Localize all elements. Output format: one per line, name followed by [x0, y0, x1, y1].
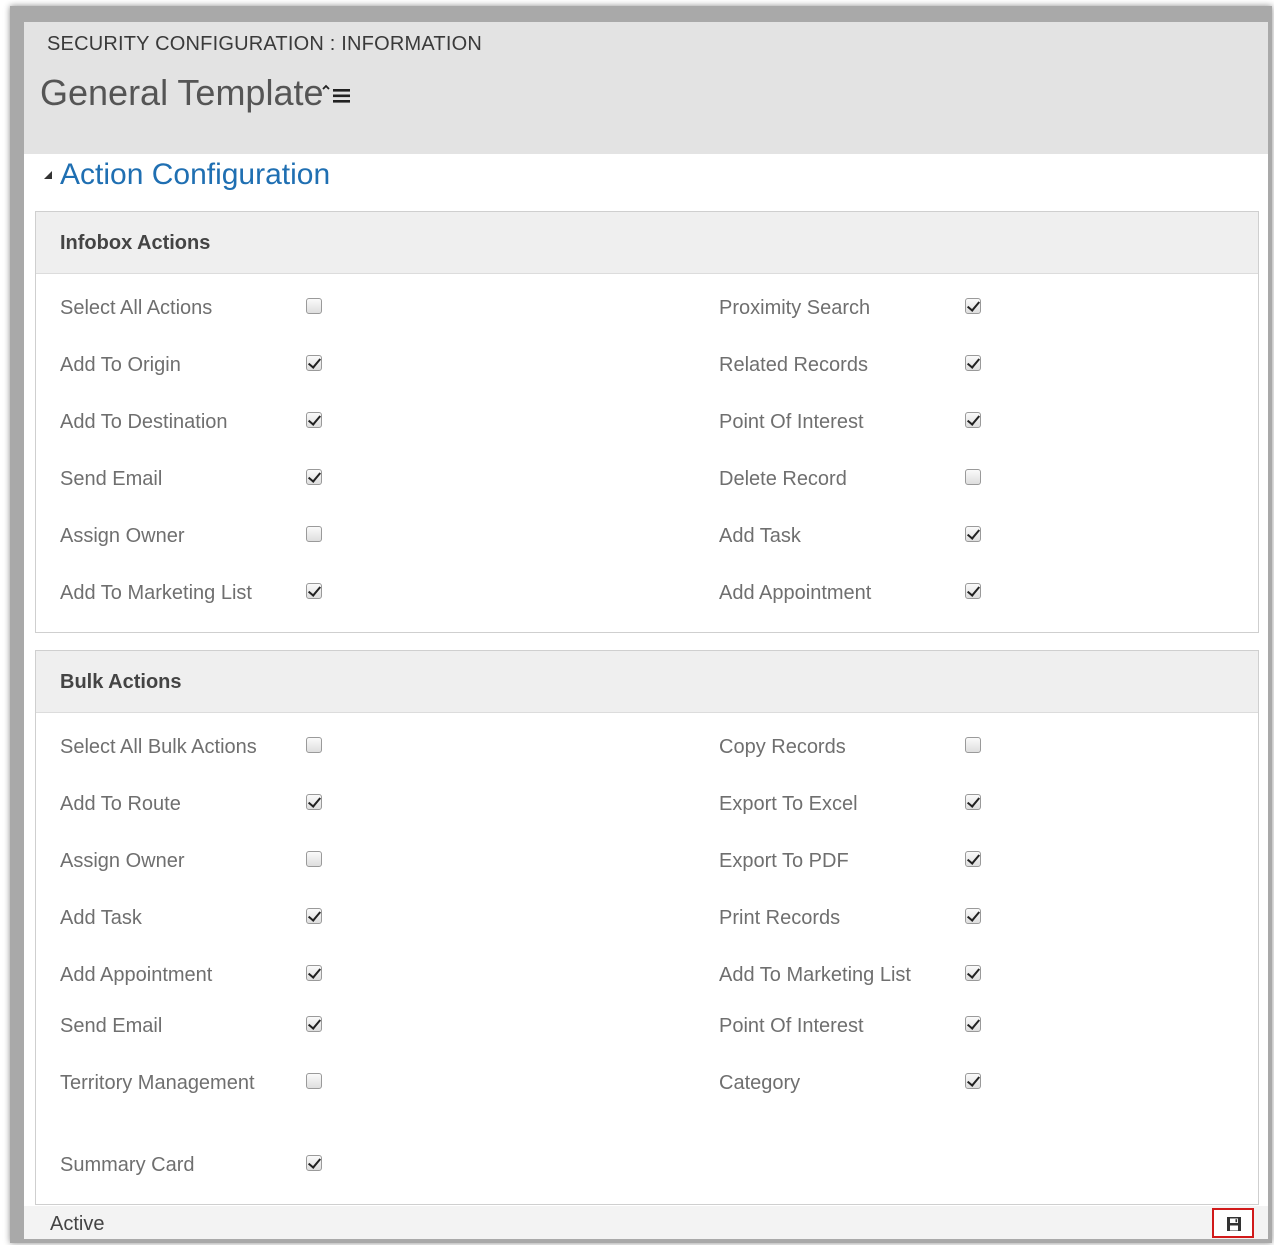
option-label-related-records: Related Records — [719, 354, 868, 376]
entity-subtitle: SECURITY CONFIGURATION : INFORMATION — [47, 33, 482, 55]
form-footer: Active — [24, 1206, 1268, 1239]
option-label-category: Category — [719, 1072, 801, 1094]
option-label-add-appointment: Add Appointment — [719, 582, 872, 604]
checkbox-print-records[interactable] — [965, 908, 981, 924]
checkbox-add-appointment[interactable] — [965, 583, 981, 599]
checkbox-point-of-interest[interactable] — [965, 1016, 981, 1032]
option-label-add-to-origin: Add To Origin — [60, 354, 181, 376]
section-title[interactable]: Action Configuration — [60, 158, 330, 192]
panel-header: Infobox Actions — [36, 212, 1258, 274]
option-label-print-records: Print Records — [719, 907, 841, 929]
option-label-point-of-interest: Point Of Interest — [719, 411, 864, 433]
checkbox-copy-records[interactable] — [965, 737, 981, 753]
option-label-copy-records: Copy Records — [719, 736, 846, 758]
option-label-add-to-route: Add To Route — [60, 793, 181, 815]
checkbox-assign-owner[interactable] — [306, 851, 322, 867]
save-icon — [1227, 1217, 1241, 1231]
checkbox-add-to-destination[interactable] — [306, 412, 322, 428]
checkbox-select-all-actions[interactable] — [306, 298, 322, 314]
option-label-select-all-actions: Select All Actions — [60, 297, 213, 319]
option-label-add-appointment: Add Appointment — [60, 964, 213, 986]
checkbox-category[interactable] — [965, 1073, 981, 1089]
option-label-delete-record: Delete Record — [719, 468, 847, 490]
collapse-triangle-icon[interactable] — [42, 168, 54, 180]
checkbox-point-of-interest[interactable] — [965, 412, 981, 428]
checkbox-assign-owner[interactable] — [306, 526, 322, 542]
checkbox-select-all-bulk-actions[interactable] — [306, 737, 322, 753]
option-label-summary-card: Summary Card — [60, 1154, 195, 1176]
status-text: Active — [50, 1213, 105, 1235]
infobox-actions-panel: Infobox Actions Select All Actions Add To… — [35, 211, 1259, 633]
option-label-send-email: Send Email — [60, 468, 163, 490]
option-label-assign-owner: Assign Owner — [60, 525, 185, 547]
checkbox-export-to-excel[interactable] — [965, 794, 981, 810]
checkbox-send-email[interactable] — [306, 469, 322, 485]
panel-header: Bulk Actions — [36, 651, 1258, 713]
option-label-send-email: Send Email — [60, 1015, 163, 1037]
save-button[interactable] — [1212, 1208, 1254, 1238]
checkbox-export-to-pdf[interactable] — [965, 851, 981, 867]
option-label-add-task: Add Task — [719, 525, 801, 547]
option-label-add-to-marketing-list: Add To Marketing List — [60, 582, 252, 604]
form-title: General Template — [40, 72, 324, 113]
option-label-export-to-pdf: Export To PDF — [719, 850, 849, 872]
checkbox-send-email[interactable] — [306, 1016, 322, 1032]
checkbox-add-task[interactable] — [306, 908, 322, 924]
panel-title: Bulk Actions — [60, 671, 182, 693]
checkbox-add-to-origin[interactable] — [306, 355, 322, 371]
option-label-add-to-marketing-list: Add To Marketing List — [719, 964, 911, 986]
checkbox-add-task[interactable] — [965, 526, 981, 542]
checkbox-add-to-route[interactable] — [306, 794, 322, 810]
panel-title: Infobox Actions — [60, 232, 211, 254]
form-window: SECURITY CONFIGURATION : INFORMATION Gen… — [24, 22, 1268, 1239]
checkbox-territory-management[interactable] — [306, 1073, 322, 1089]
checkbox-add-appointment[interactable] — [306, 965, 322, 981]
option-label-add-to-destination: Add To Destination — [60, 411, 228, 433]
option-label-territory-management: Territory Management — [60, 1072, 255, 1094]
checkbox-add-to-marketing-list[interactable] — [965, 965, 981, 981]
checkbox-proximity-search[interactable] — [965, 298, 981, 314]
option-label-export-to-excel: Export To Excel — [719, 793, 858, 815]
checkbox-summary-card[interactable] — [306, 1155, 322, 1171]
bulk-actions-panel: Bulk Actions Select All Bulk Actions Add … — [35, 650, 1259, 1205]
option-label-add-task: Add Task — [60, 907, 142, 929]
checkbox-related-records[interactable] — [965, 355, 981, 371]
list-menu-icon[interactable] — [322, 84, 352, 106]
option-label-select-all-bulk-actions: Select All Bulk Actions — [60, 736, 257, 758]
checkbox-delete-record[interactable] — [965, 469, 981, 485]
checkbox-add-to-marketing-list[interactable] — [306, 583, 322, 599]
option-label-proximity-search: Proximity Search — [719, 297, 871, 319]
option-label-assign-owner: Assign Owner — [60, 850, 185, 872]
option-label-point-of-interest: Point Of Interest — [719, 1015, 864, 1037]
form-header: SECURITY CONFIGURATION : INFORMATION Gen… — [24, 22, 1268, 154]
